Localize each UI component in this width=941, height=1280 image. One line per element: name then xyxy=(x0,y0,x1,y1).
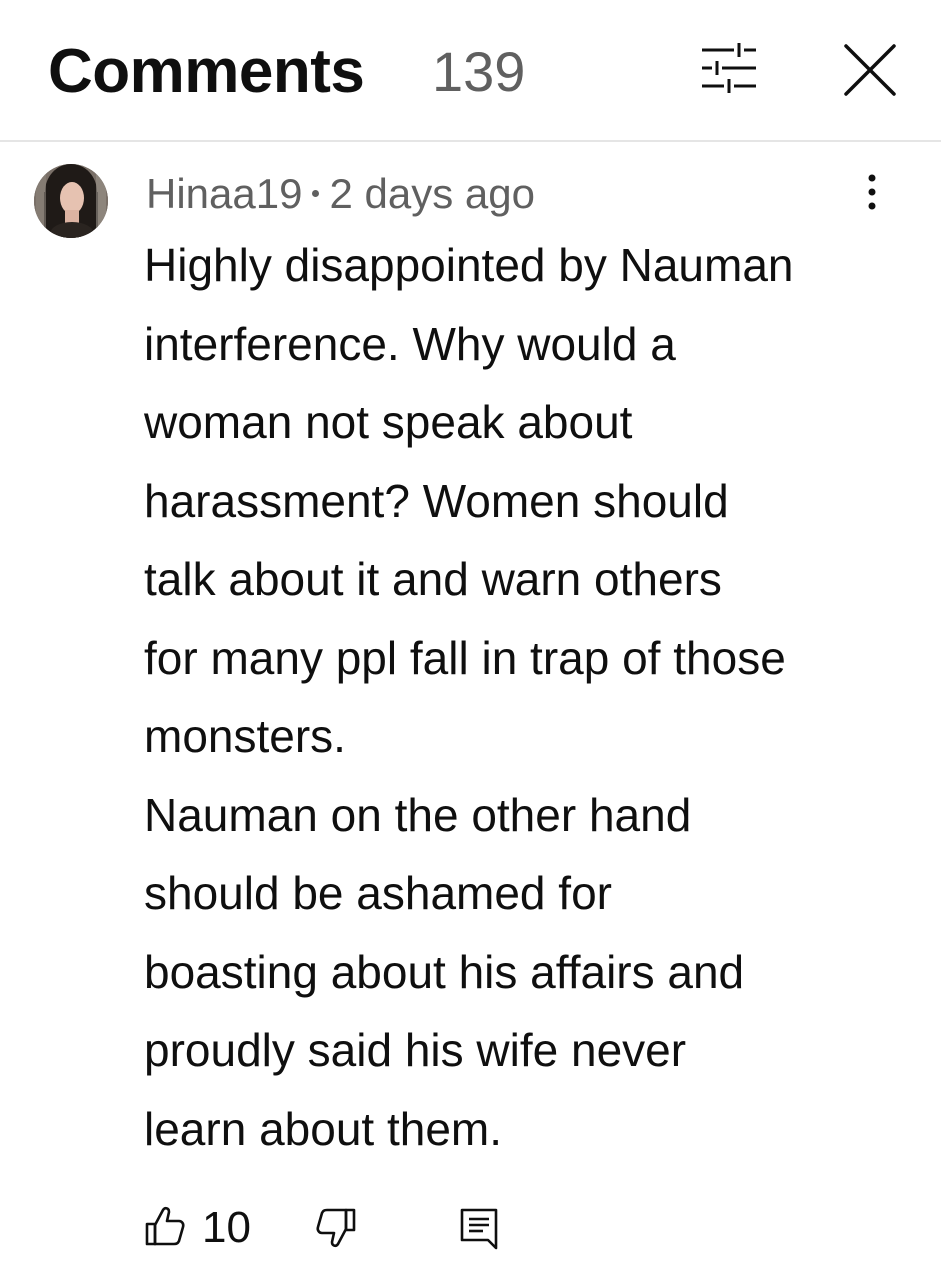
thumbs-up-icon xyxy=(144,1204,186,1253)
comments-header: Comments 139 xyxy=(0,0,941,140)
comment-text-line: for many ppl fall in trap of those xyxy=(144,631,786,684)
comment-meta: Hinaa19 2 days ago xyxy=(146,168,535,220)
comment-text-line: interference. Why would a xyxy=(144,317,676,370)
comment-text-line: Nauman on the other hand xyxy=(144,788,692,841)
close-icon[interactable] xyxy=(838,38,902,102)
reply-comment-icon xyxy=(456,1208,502,1256)
separator-dot xyxy=(312,190,320,198)
reply-button[interactable] xyxy=(456,1204,502,1252)
header-divider xyxy=(0,140,941,142)
dislike-button[interactable] xyxy=(310,1204,358,1252)
comment-text-line: should be ashamed for xyxy=(144,867,612,919)
comment-text-line: harassment? Women should xyxy=(144,474,729,527)
like-button[interactable]: 10 xyxy=(144,1196,251,1260)
comments-count: 139 xyxy=(432,40,526,103)
comment-timestamp: 2 days ago xyxy=(329,170,535,217)
avatar[interactable] xyxy=(34,164,108,238)
comment-actions: 10 xyxy=(0,1196,941,1260)
like-count: 10 xyxy=(202,1203,251,1252)
comment-text-line: woman not speak about xyxy=(144,396,633,448)
comment-text-line: monsters. xyxy=(144,710,346,762)
more-vert-icon[interactable] xyxy=(856,170,888,214)
comment-text-line: talk about it and warn others xyxy=(144,553,722,605)
filter-sliders-icon[interactable] xyxy=(698,40,760,96)
comments-title: Comments xyxy=(48,37,365,106)
thumbs-down-icon xyxy=(310,1208,358,1256)
comment-text: Highly disappointed by Nauman interferen… xyxy=(144,226,924,1168)
comment-author[interactable]: Hinaa19 xyxy=(146,170,302,217)
comment-text-line: learn about them. xyxy=(144,1102,503,1155)
comment-text-line: proudly said his wife never xyxy=(144,1024,687,1076)
comment-text-line: Highly disappointed by Nauman xyxy=(144,239,794,291)
comment-text-line: boasting about his affairs and xyxy=(144,945,745,998)
